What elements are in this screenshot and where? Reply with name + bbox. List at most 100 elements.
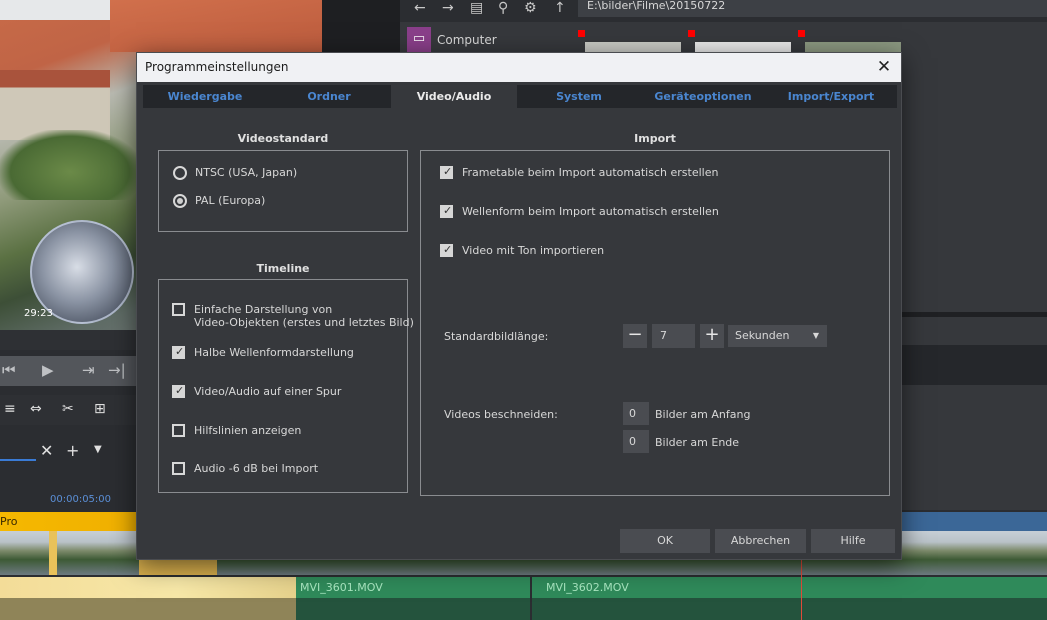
checkbox-checked[interactable] (440, 165, 453, 179)
cancel-button[interactable]: Abbrechen (715, 529, 806, 553)
checkbox[interactable] (172, 303, 185, 316)
timeline-group: Einfache Darstellung von Video-Objekten … (158, 279, 414, 493)
tab-system[interactable]: System (517, 85, 641, 108)
checkbox-checked[interactable] (440, 243, 453, 257)
panel-divider (902, 312, 1047, 317)
trim-end-label: Bilder am Ende (655, 436, 740, 449)
tab-geraeteoptionen[interactable]: Geräteoptionen (641, 85, 765, 108)
checkbox-checked[interactable] (440, 204, 453, 218)
checkbox[interactable] (172, 462, 185, 475)
ok-button[interactable]: OK (620, 529, 710, 553)
radio-button-selected[interactable] (173, 194, 187, 208)
computer-icon: ▭ (407, 27, 431, 53)
title-clip[interactable]: Pro (0, 512, 136, 531)
trim-start-input[interactable]: 0 (623, 402, 649, 425)
import-title: Import (634, 132, 676, 145)
sidebar-item-computer[interactable]: ▭ Computer (407, 27, 567, 53)
checkbox-label: Halbe Wellenformdarstellung (194, 346, 354, 359)
close-track-icon[interactable]: ✕ (40, 441, 53, 460)
folder-tree-icon[interactable]: ▤ (470, 0, 483, 16)
close-icon[interactable]: ✕ (875, 53, 893, 82)
videostandard-group: NTSC (USA, Japan) PAL (Europa) (158, 150, 408, 232)
dark-panel (322, 0, 400, 52)
tab-ordner[interactable]: Ordner (267, 85, 391, 108)
up-arrow-icon[interactable]: ↑ (554, 0, 566, 16)
checkbox-audio-minus-6db[interactable]: Audio -6 dB bei Import (172, 462, 397, 478)
decrement-button[interactable]: − (623, 324, 647, 348)
radio-label: NTSC (USA, Japan) (195, 166, 298, 179)
timeline-ruler[interactable]: 00:00:05:00 (0, 490, 136, 512)
panel-band (902, 345, 1047, 385)
checkbox-checked[interactable] (172, 345, 185, 359)
checkbox-video-with-sound[interactable]: Video mit Ton importieren (440, 243, 840, 260)
chevron-down-icon: ▼ (812, 331, 819, 340)
audio-clip-lower (296, 598, 530, 620)
settings-dialog: Programmeinstellungen ✕ Wiedergabe Ordne… (136, 52, 902, 560)
forward-arrow-icon[interactable]: → (442, 0, 454, 16)
increment-button[interactable]: + (700, 324, 724, 348)
add-track-icon[interactable]: + (66, 441, 79, 460)
checkbox[interactable] (172, 424, 185, 437)
unit-select[interactable]: Sekunden ▼ (728, 325, 827, 347)
trim-start-label: Bilder am Anfang (655, 408, 751, 421)
preview-roof (110, 0, 322, 52)
radio-pal[interactable]: PAL (Europa) (173, 194, 393, 210)
image-length-input[interactable]: 7 (652, 324, 695, 348)
help-button[interactable]: Hilfe (811, 529, 895, 553)
radio-ntsc[interactable]: NTSC (USA, Japan) (173, 166, 393, 182)
tab-video-audio[interactable]: Video/Audio (391, 85, 517, 108)
mark-out-icon[interactable]: →| (108, 361, 126, 379)
computer-label: Computer (437, 33, 497, 47)
radio-button[interactable] (173, 166, 187, 180)
edit-toolbar: ≡ ⇔ ✂ ⊞ (0, 395, 136, 425)
ruler-label: 00:00:05:00 (50, 494, 112, 505)
unit-select-value: Sekunden (735, 329, 790, 342)
preview-bush (0, 130, 140, 200)
mark-in-icon[interactable]: ⇥ (82, 361, 95, 379)
tab-wiedergabe[interactable]: Wiedergabe (143, 85, 267, 108)
checkbox-video-audio-one-track[interactable]: Video/Audio auf einer Spur (172, 384, 397, 401)
radio-label: PAL (Europa) (195, 194, 266, 207)
checkbox-label-line2: Video-Objekten (erstes und letztes Bild) (194, 316, 414, 329)
checkbox-half-waveform[interactable]: Halbe Wellenformdarstellung (172, 345, 397, 362)
path-field[interactable]: E:\bilder\Filme\20150722 (578, 0, 1047, 17)
videostandard-title: Videostandard (237, 132, 329, 145)
thumbnail-marker (688, 30, 695, 37)
standard-image-length-label: Standardbildlänge: (444, 330, 549, 343)
play-icon[interactable]: ▶ (42, 361, 54, 379)
video-clip-header[interactable] (902, 512, 1047, 531)
preview-timecode: 29:23 (24, 308, 53, 319)
search-icon[interactable]: ⚲ (498, 0, 508, 16)
track-header: ✕ + ▼ (0, 432, 136, 470)
stretch-tool-icon[interactable]: ⇔ (30, 401, 42, 417)
tab-import-export[interactable]: Import/Export (765, 85, 897, 108)
checkbox-frametable[interactable]: Frametable beim Import automatisch erste… (440, 165, 840, 182)
back-arrow-icon[interactable]: ← (414, 0, 426, 16)
checkbox-label: Frametable beim Import automatisch erste… (462, 166, 719, 179)
preview-scrubber[interactable] (0, 330, 136, 350)
checkbox-label: Hilfslinien anzeigen (194, 424, 302, 437)
checkbox-label: Wellenform beim Import automatisch erste… (462, 205, 719, 218)
checkbox-label: Video/Audio auf einer Spur (194, 385, 342, 398)
right-panel (902, 55, 1047, 510)
transport-controls: ⏮ ▶ ⇥ →| (0, 356, 136, 386)
audio-clip-yellow[interactable] (0, 577, 296, 598)
audio-clip-name: MVI_3602.MOV (546, 581, 629, 594)
filter-tool-icon[interactable]: ≡ (4, 401, 16, 417)
checkbox-waveform[interactable]: Wellenform beim Import automatisch erste… (440, 204, 840, 221)
dialog-title: Programmeinstellungen (145, 60, 289, 74)
checkbox-guides[interactable]: Hilfslinien anzeigen (172, 424, 397, 440)
scissors-icon[interactable]: ✂ (62, 401, 74, 417)
trim-end-input[interactable]: 0 (623, 430, 649, 453)
thumbnail-marker (798, 30, 805, 37)
checkbox-checked[interactable] (172, 384, 185, 398)
timeline-title: Timeline (256, 262, 310, 275)
skip-back-icon[interactable]: ⏮ (2, 361, 16, 379)
checkbox-label: Audio -6 dB bei Import (194, 462, 319, 475)
chevron-down-icon[interactable]: ▼ (94, 444, 102, 455)
import-group: Frametable beim Import automatisch erste… (420, 150, 890, 496)
dialog-titlebar: Programmeinstellungen ✕ (137, 53, 901, 82)
gear-icon[interactable]: ⚙ (524, 0, 537, 16)
checkbox-simple-display[interactable]: Einfache Darstellung von Video-Objekten … (172, 303, 414, 331)
insert-tool-icon[interactable]: ⊞ (94, 401, 106, 417)
